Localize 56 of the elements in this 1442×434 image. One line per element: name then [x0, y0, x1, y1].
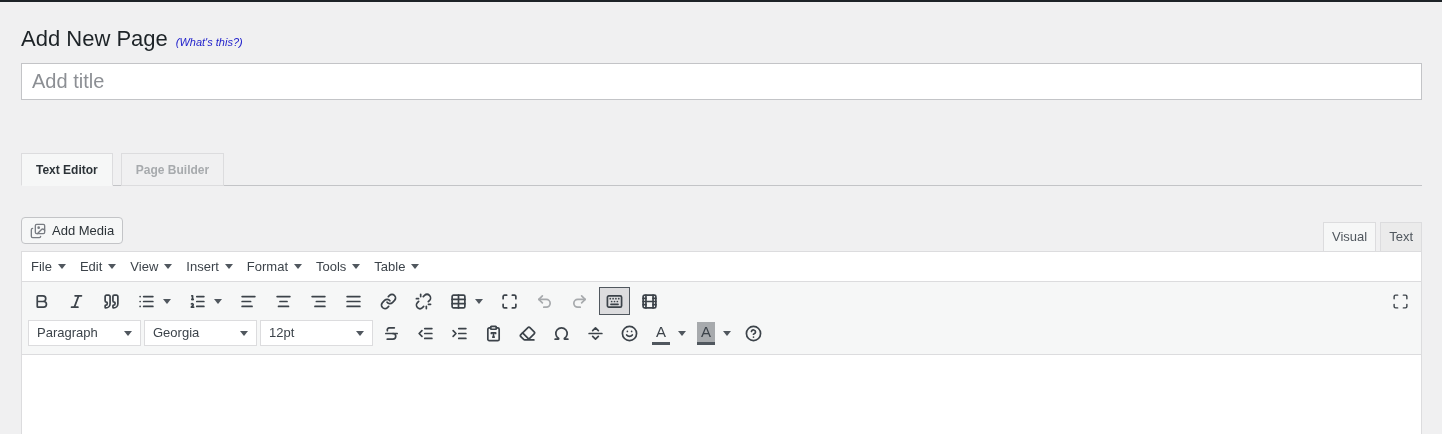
menu-item[interactable]: Table: [374, 256, 420, 277]
redo-icon: [571, 292, 588, 310]
format-select[interactable]: Paragraph: [28, 320, 141, 346]
text-color-button[interactable]: A: [648, 319, 690, 347]
toolbar-toggle-icon: [606, 292, 623, 310]
paste-text-icon: [485, 324, 502, 342]
add-media-button[interactable]: Add Media: [21, 217, 124, 244]
numbered-list-icon: [189, 292, 206, 310]
mode-tab[interactable]: Visual: [1322, 222, 1377, 251]
link-icon: [380, 292, 397, 310]
eraser-icon: [519, 324, 536, 342]
menu-item[interactable]: File: [31, 256, 66, 277]
caret-icon: [475, 298, 483, 304]
help-link[interactable]: (What's this?): [175, 34, 243, 51]
caret-icon: [352, 264, 361, 269]
caret-icon: [108, 264, 117, 269]
film-icon: [641, 292, 658, 310]
help-icon: [745, 324, 763, 342]
page-title: Add New Page: [21, 25, 168, 53]
italic-icon: [68, 292, 85, 310]
menu-item[interactable]: Insert: [186, 256, 233, 277]
caret-icon: [214, 298, 222, 304]
caret-icon: [163, 298, 171, 304]
caret-icon: [240, 330, 248, 336]
caret-icon: [124, 330, 132, 336]
caret-icon: [224, 264, 233, 269]
background-color-button[interactable]: A: [693, 319, 736, 347]
menu-item[interactable]: Edit: [79, 256, 117, 277]
format-select[interactable]: 12pt: [260, 320, 373, 346]
caret-icon: [294, 264, 302, 269]
menu-item[interactable]: View: [130, 256, 173, 277]
format-select[interactable]: Georgia: [144, 320, 257, 346]
undo-icon: [536, 292, 553, 310]
fullscreen-icon[interactable]: [1392, 292, 1409, 310]
caret-icon: [723, 330, 732, 336]
caret-icon: [164, 264, 173, 269]
quote-icon: [103, 292, 120, 310]
caret-icon: [57, 264, 66, 269]
mode-tab[interactable]: Text: [1380, 222, 1422, 251]
caret-icon: [411, 264, 420, 269]
editor-tab[interactable]: Text Editor: [21, 153, 113, 186]
caret-icon: [678, 330, 686, 336]
menu-item[interactable]: Tools: [316, 256, 361, 277]
omega-icon: [553, 324, 570, 342]
bold-icon: [33, 292, 50, 310]
smiley-icon: [621, 324, 638, 342]
menu-item[interactable]: Format: [246, 256, 302, 277]
read-more-icon: [587, 324, 604, 342]
strikethrough-icon: [383, 324, 400, 342]
title-field[interactable]: Add title: [21, 63, 1422, 100]
table-icon: [450, 292, 467, 310]
caret-icon: [356, 330, 364, 336]
toolbar-toggle-button[interactable]: [599, 287, 630, 315]
fullscreen-icon: [501, 292, 518, 310]
media-icon: [30, 222, 46, 239]
unlink-icon: [415, 292, 432, 310]
